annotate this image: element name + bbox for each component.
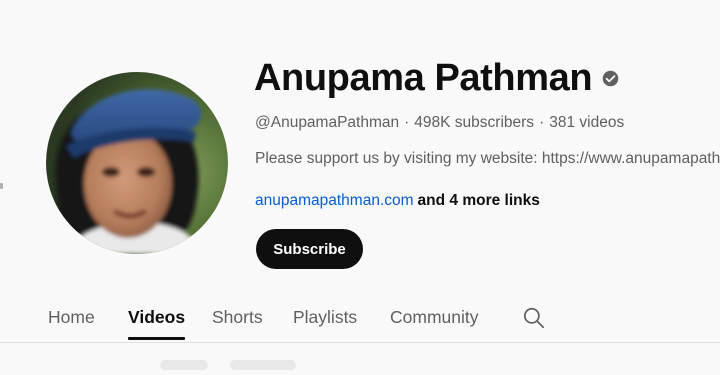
- tab-home[interactable]: Home: [48, 296, 95, 338]
- filter-chip-placeholder[interactable]: [230, 360, 296, 370]
- channel-avatar[interactable]: [46, 72, 228, 254]
- subscribe-button[interactable]: Subscribe: [256, 229, 363, 269]
- avatar-image: [46, 72, 228, 254]
- channel-name: Anupama Pathman: [254, 56, 593, 99]
- verified-check-icon: [602, 70, 619, 87]
- channel-page: Anupama Pathman @AnupamaPathman · 498K sub…: [0, 0, 720, 375]
- channel-title-row: Anupama Pathman: [254, 52, 619, 104]
- channel-meta: @AnupamaPathman · 498K subscribers · 381 vid…: [255, 114, 624, 132]
- meta-separator: ·: [404, 114, 410, 131]
- tab-community[interactable]: Community: [390, 296, 479, 338]
- tab-shorts[interactable]: Shorts: [212, 296, 263, 338]
- meta-separator: ·: [539, 114, 545, 131]
- channel-handle: @AnupamaPathman: [255, 114, 400, 131]
- tab-videos[interactable]: Videos: [128, 296, 186, 340]
- search-icon[interactable]: [521, 305, 547, 331]
- video-count: 381 videos: [549, 114, 625, 131]
- filter-chip-placeholder[interactable]: [160, 360, 208, 370]
- page-edge-marker: [0, 183, 3, 189]
- channel-description[interactable]: Please support us by visiting my website…: [255, 150, 720, 168]
- subscriber-count: 498K subscribers: [414, 114, 535, 131]
- channel-links: anupamapathman.com and 4 more links: [255, 192, 540, 210]
- tabs-divider: [0, 342, 720, 343]
- website-link[interactable]: anupamapathman.com: [255, 192, 414, 209]
- channel-tabs: Home Videos Shorts Playlists Community: [0, 296, 720, 340]
- more-links-button[interactable]: and 4 more links: [418, 192, 540, 209]
- tab-playlists[interactable]: Playlists: [293, 296, 357, 338]
